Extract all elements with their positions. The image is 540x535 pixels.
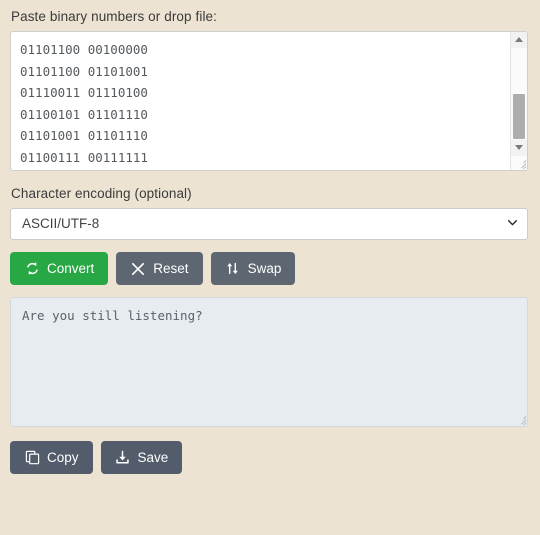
- scroll-up-arrow-icon[interactable]: [511, 32, 527, 48]
- binary-input-textarea[interactable]: 01101100 00100000 01101100 01101001 0111…: [10, 31, 528, 171]
- convert-button[interactable]: Convert: [10, 252, 109, 285]
- chevron-down-icon: [508, 220, 517, 226]
- output-textarea[interactable]: Are you still listening?: [10, 297, 528, 427]
- input-scrollbar[interactable]: [510, 32, 527, 170]
- input-resize-handle[interactable]: [513, 156, 526, 169]
- encoding-label: Character encoding (optional): [11, 186, 192, 201]
- output-value[interactable]: Are you still listening?: [11, 298, 212, 326]
- reset-button[interactable]: Reset: [116, 252, 203, 285]
- copy-icon: [24, 450, 40, 466]
- scrollbar-thumb[interactable]: [513, 94, 525, 139]
- save-button-label: Save: [137, 450, 169, 465]
- convert-button-label: Convert: [47, 261, 95, 276]
- scroll-down-arrow-icon[interactable]: [511, 140, 527, 156]
- copy-button-label: Copy: [47, 450, 79, 465]
- refresh-icon: [24, 261, 40, 277]
- binary-input-value[interactable]: 01101100 00100000 01101100 01101001 0111…: [11, 32, 509, 170]
- copy-button[interactable]: Copy: [10, 441, 93, 474]
- reset-button-label: Reset: [153, 261, 189, 276]
- close-icon: [130, 261, 146, 277]
- swap-icon: [225, 261, 241, 277]
- output-resize-handle[interactable]: [513, 412, 526, 425]
- save-button[interactable]: Save: [100, 441, 183, 474]
- swap-button-label: Swap: [247, 261, 282, 276]
- input-label: Paste binary numbers or drop file:: [11, 9, 217, 24]
- swap-button[interactable]: Swap: [210, 252, 296, 285]
- action-button-row: Convert Reset Swap: [10, 252, 530, 285]
- encoding-select[interactable]: ASCII/UTF-8: [10, 208, 528, 240]
- download-icon: [115, 450, 131, 466]
- binary-converter-page: Paste binary numbers or drop file: 01101…: [0, 0, 540, 535]
- encoding-selected-value: ASCII/UTF-8: [22, 216, 100, 231]
- output-button-row: Copy Save: [10, 441, 530, 474]
